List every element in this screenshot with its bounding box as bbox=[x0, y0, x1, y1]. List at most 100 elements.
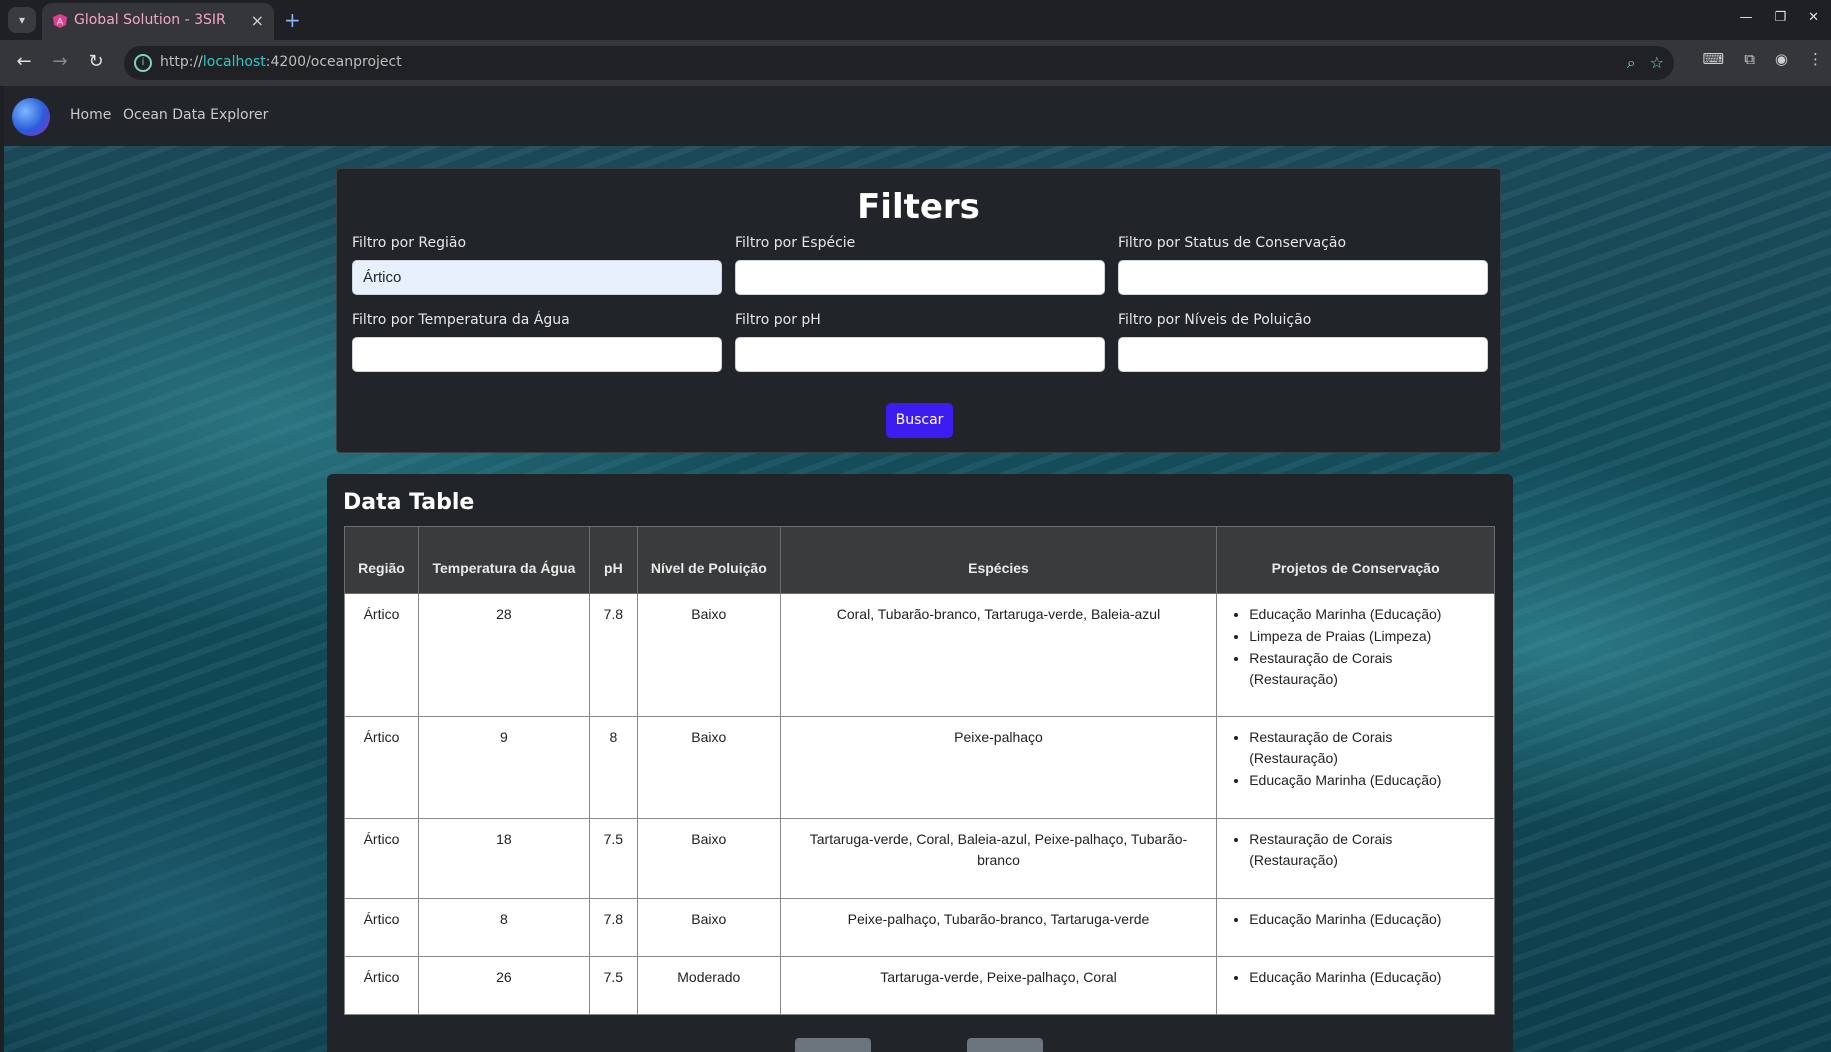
cell-regiao: Ártico bbox=[344, 956, 419, 1015]
project-item: Educação Marinha (Educação) bbox=[1249, 909, 1484, 930]
project-item: Educação Marinha (Educação) bbox=[1249, 967, 1484, 988]
cell-temperatura: 28 bbox=[417, 593, 590, 717]
header-temperatura: Temperatura da Água bbox=[417, 526, 590, 594]
ph-filter-input[interactable] bbox=[735, 337, 1105, 372]
tab-title: Global Solution - 3SIR bbox=[74, 12, 226, 28]
pagination bbox=[327, 1038, 1513, 1052]
ph-filter-label: Filtro por pH bbox=[735, 312, 821, 328]
table-row: Ártico 26 7.5 Moderado Tartaruga-verde, … bbox=[344, 956, 1495, 1015]
pollution-level-filter-input[interactable] bbox=[1118, 337, 1488, 372]
project-item: Educação Marinha (Educação) bbox=[1249, 770, 1484, 791]
cell-especies: Tartaruga-verde, Peixe-palhaço, Coral bbox=[779, 956, 1218, 1015]
url-text[interactable]: http://localhost:4200/oceanproject bbox=[160, 54, 402, 70]
tab-search-menu-icon[interactable]: ▾ bbox=[8, 7, 36, 33]
extensions-puzzle-icon[interactable]: ⧉ bbox=[1744, 50, 1755, 68]
species-filter-input[interactable] bbox=[735, 260, 1105, 295]
cell-projetos: Restauração de Corais (Restauração) bbox=[1216, 818, 1495, 899]
conservation-status-filter: Filtro por Status de Conservação bbox=[1118, 235, 1488, 295]
header-regiao: Região bbox=[344, 526, 419, 594]
project-item: Restauração de Corais (Restauração) bbox=[1249, 727, 1484, 769]
data-table-title: Data Table bbox=[343, 490, 475, 515]
next-page-button[interactable] bbox=[967, 1038, 1043, 1052]
cell-projetos: Educação Marinha (Educação) Limpeza de P… bbox=[1216, 593, 1495, 717]
water-temperature-filter-input[interactable] bbox=[352, 337, 722, 372]
region-filter-input[interactable]: Ártico bbox=[352, 260, 722, 295]
previous-page-button[interactable] bbox=[795, 1038, 871, 1052]
project-item: Restauração de Corais (Restauração) bbox=[1249, 829, 1484, 871]
cell-projetos: Restauração de Corais (Restauração) Educ… bbox=[1216, 716, 1495, 819]
new-tab-button[interactable]: + bbox=[284, 8, 301, 32]
cell-poluicao: Baixo bbox=[636, 898, 781, 957]
tab-close-icon[interactable]: × bbox=[251, 11, 264, 30]
cell-ph: 7.5 bbox=[588, 956, 638, 1015]
data-table: Região Temperatura da Água pH Nível de P… bbox=[344, 526, 1495, 1015]
cell-ph: 7.8 bbox=[588, 898, 638, 957]
bookmark-star-icon[interactable]: ☆ bbox=[1650, 53, 1664, 73]
project-item: Educação Marinha (Educação) bbox=[1249, 604, 1484, 625]
table-header-row: Região Temperatura da Água pH Nível de P… bbox=[344, 526, 1495, 594]
cell-regiao: Ártico bbox=[344, 898, 419, 957]
site-info-icon[interactable]: i bbox=[134, 54, 152, 72]
minimize-icon[interactable]: — bbox=[1739, 10, 1752, 25]
cell-poluicao: Baixo bbox=[636, 593, 781, 717]
cell-regiao: Ártico bbox=[344, 716, 419, 819]
cell-especies: Peixe-palhaço, Tubarão-branco, Tartaruga… bbox=[779, 898, 1218, 957]
cell-ph: 8 bbox=[588, 716, 638, 819]
cell-projetos: Educação Marinha (Educação) bbox=[1216, 956, 1495, 1015]
filters-title: Filters bbox=[857, 187, 980, 227]
header-poluicao: Nível de Poluição bbox=[636, 526, 781, 594]
angular-favicon-icon: A bbox=[53, 14, 67, 28]
cell-regiao: Ártico bbox=[344, 593, 419, 717]
project-item: Restauração de Corais (Restauração) bbox=[1249, 648, 1484, 690]
region-filter: Filtro por Região Ártico bbox=[352, 235, 722, 295]
table-row: Ártico 9 8 Baixo Peixe-palhaço Restauraç… bbox=[344, 716, 1495, 819]
browser-tab-bar: ▾ A Global Solution - 3SIR × + — ❐ ✕ bbox=[0, 0, 1831, 40]
water-temperature-filter: Filtro por Temperatura da Água bbox=[352, 312, 722, 372]
cell-temperatura: 26 bbox=[417, 956, 590, 1015]
zoom-icon[interactable]: ⌕ bbox=[1627, 53, 1636, 73]
cell-poluicao: Baixo bbox=[636, 716, 781, 819]
restore-icon[interactable]: ❐ bbox=[1774, 10, 1786, 25]
nav-link-home[interactable]: Home bbox=[70, 107, 111, 123]
header-especies: Espécies bbox=[779, 526, 1218, 594]
browser-menu-icon[interactable]: ⋮ bbox=[1808, 50, 1823, 68]
back-icon[interactable]: ← bbox=[12, 51, 36, 72]
water-temperature-filter-label: Filtro por Temperatura da Água bbox=[352, 312, 570, 328]
data-table-card: Data Table Região Temperatura da Água pH… bbox=[327, 474, 1513, 1052]
header-ph: pH bbox=[588, 526, 638, 594]
svg-text:A: A bbox=[57, 18, 64, 28]
app-navbar: Home Ocean Data Explorer bbox=[4, 86, 1831, 146]
reload-icon[interactable]: ↻ bbox=[84, 51, 108, 72]
profile-avatar-icon[interactable]: ◉ bbox=[1775, 50, 1788, 68]
browser-tab[interactable]: A Global Solution - 3SIR × bbox=[42, 3, 274, 40]
species-filter-label: Filtro por Espécie bbox=[735, 235, 856, 251]
forward-icon[interactable]: → bbox=[48, 51, 72, 72]
cell-ph: 7.8 bbox=[588, 593, 638, 717]
search-button[interactable]: Buscar bbox=[886, 403, 953, 438]
extension-icon[interactable]: ⌨ bbox=[1703, 50, 1725, 68]
cell-especies: Coral, Tubarão-branco, Tartaruga-verde, … bbox=[779, 593, 1218, 717]
browser-toolbar: ← → ↻ i http://localhost:4200/oceanproje… bbox=[0, 40, 1831, 86]
cell-poluicao: Baixo bbox=[636, 818, 781, 899]
conservation-status-filter-input[interactable] bbox=[1118, 260, 1488, 295]
ph-filter: Filtro por pH bbox=[735, 312, 1105, 372]
nav-link-ocean-data-explorer[interactable]: Ocean Data Explorer bbox=[123, 107, 268, 123]
cell-especies: Peixe-palhaço bbox=[779, 716, 1218, 819]
cell-projetos: Educação Marinha (Educação) bbox=[1216, 898, 1495, 957]
cell-especies: Tartaruga-verde, Coral, Baleia-azul, Pei… bbox=[779, 818, 1218, 899]
address-bar[interactable]: i http://localhost:4200/oceanproject ⌕ ☆ bbox=[124, 46, 1674, 80]
region-filter-label: Filtro por Região bbox=[352, 235, 467, 251]
cell-temperatura: 8 bbox=[417, 898, 590, 957]
project-item: Limpeza de Praias (Limpeza) bbox=[1249, 626, 1484, 647]
app-logo[interactable] bbox=[12, 98, 50, 136]
table-row: Ártico 28 7.8 Baixo Coral, Tubarão-branc… bbox=[344, 593, 1495, 717]
close-window-icon[interactable]: ✕ bbox=[1808, 10, 1819, 25]
cell-regiao: Ártico bbox=[344, 818, 419, 899]
filters-card: Filters Filtro por Região Ártico Filtro … bbox=[336, 168, 1501, 453]
window-controls: — ❐ ✕ bbox=[1739, 10, 1819, 25]
cell-poluicao: Moderado bbox=[636, 956, 781, 1015]
cell-ph: 7.5 bbox=[588, 818, 638, 899]
species-filter: Filtro por Espécie bbox=[735, 235, 1105, 295]
table-row: Ártico 8 7.8 Baixo Peixe-palhaço, Tubarã… bbox=[344, 898, 1495, 957]
conservation-status-filter-label: Filtro por Status de Conservação bbox=[1118, 235, 1347, 251]
